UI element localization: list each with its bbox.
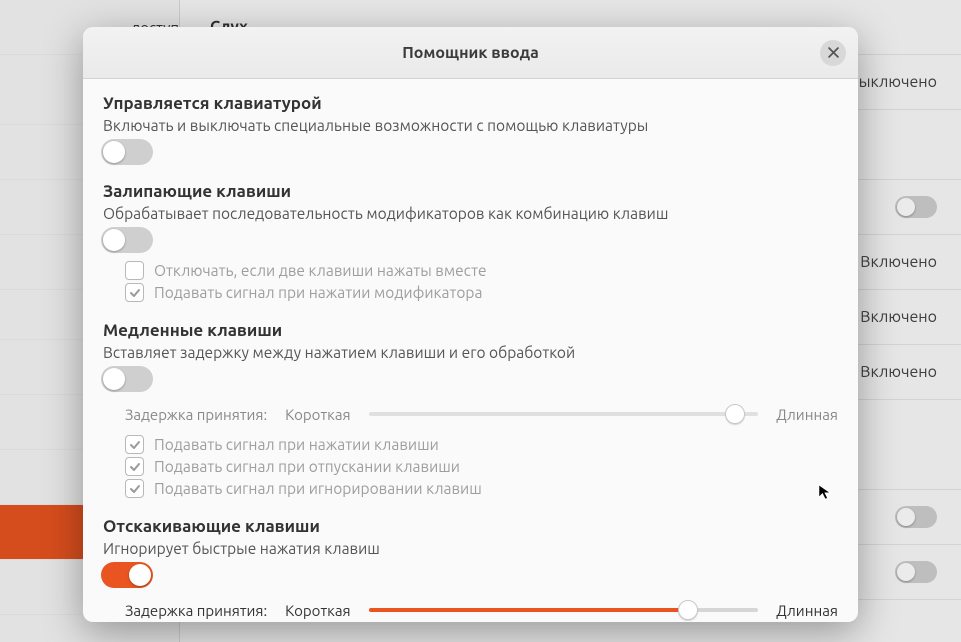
checkbox-beep-reject[interactable] — [125, 479, 144, 498]
checkbox-label: Подавать сигнал при нажатии модификатора — [154, 284, 482, 301]
checkbox-label: Подавать сигнал при отпускании клавиши — [154, 458, 460, 475]
section-bounce-keys: Отскакивающие клавиши Игнорирует быстрые… — [103, 516, 838, 622]
section-title: Управляется клавиатурой — [103, 93, 768, 115]
slider-max-label: Длинная — [776, 602, 838, 619]
checkbox-beep-press[interactable] — [125, 435, 144, 454]
section-title: Медленные клавиши — [103, 320, 768, 342]
slider-min-label: Короткая — [285, 602, 350, 619]
section-slow-keys: Медленные клавиши Вставляет задержку меж… — [103, 320, 838, 498]
dialog-content: Управляется клавиатурой Включать и выклю… — [83, 79, 858, 622]
slider-label: Задержка принятия: — [125, 406, 267, 423]
section-title: Отскакивающие клавиши — [103, 516, 768, 538]
typing-assist-dialog: Помощник ввода Управляется клавиатурой В… — [83, 27, 858, 622]
section-keyboard-control: Управляется клавиатурой Включать и выклю… — [103, 93, 838, 163]
checkbox-label: Отключать, если две клавиши нажаты вмест… — [154, 262, 487, 279]
checkbox-beep-modifier[interactable] — [125, 283, 144, 302]
bounce-keys-switch[interactable] — [101, 562, 153, 588]
slow-keys-switch[interactable] — [101, 366, 153, 392]
dialog-title: Помощник ввода — [402, 44, 539, 62]
section-desc: Вставляет задержку между нажатием клавиш… — [103, 343, 768, 364]
sticky-keys-switch[interactable] — [101, 227, 153, 253]
slow-keys-delay-slider[interactable] — [369, 404, 759, 424]
close-button[interactable] — [820, 40, 846, 66]
section-sticky-keys: Залипающие клавиши Обрабатывает последов… — [103, 181, 838, 302]
keyboard-control-switch[interactable] — [101, 139, 153, 165]
checkbox-label: Подавать сигнал при игнорировании клавиш — [154, 480, 482, 497]
section-desc: Включать и выключать специальные возможн… — [103, 116, 768, 137]
checkbox-beep-release[interactable] — [125, 457, 144, 476]
checkbox-label: Подавать сигнал при нажатии клавиши — [154, 436, 439, 453]
section-title: Залипающие клавиши — [103, 181, 768, 203]
slider-label: Задержка принятия: — [125, 602, 267, 619]
dialog-titlebar: Помощник ввода — [83, 27, 858, 79]
bounce-keys-delay-slider[interactable] — [369, 600, 759, 620]
slider-min-label: Короткая — [285, 406, 350, 423]
section-desc: Обрабатывает последовательность модифика… — [103, 204, 768, 225]
close-icon — [828, 47, 839, 58]
slider-max-label: Длинная — [776, 406, 838, 423]
checkbox-disable-two-keys[interactable] — [125, 261, 144, 280]
section-desc: Игнорирует быстрые нажатия клавиш — [103, 539, 768, 560]
